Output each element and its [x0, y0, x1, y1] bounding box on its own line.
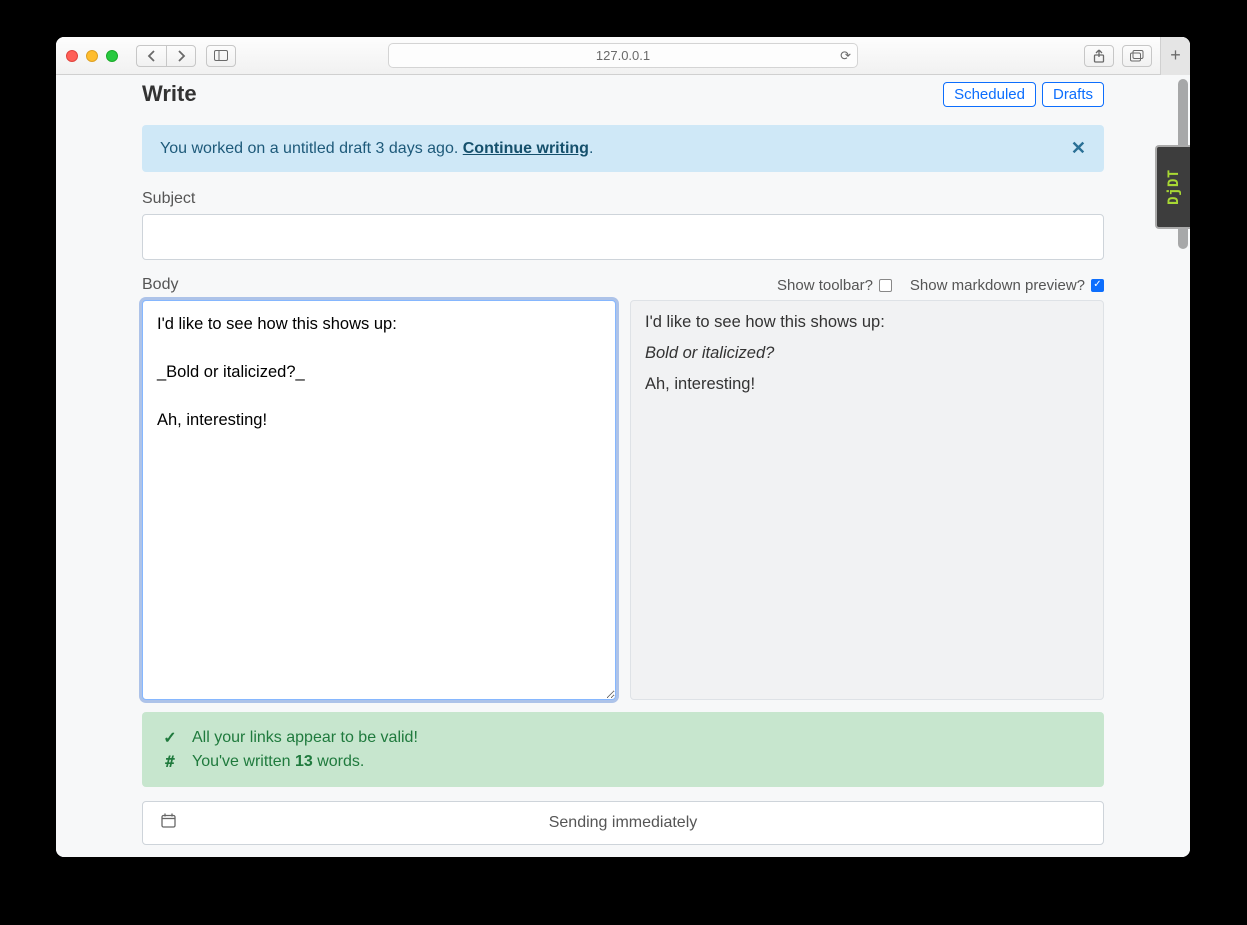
back-button[interactable]: [136, 45, 166, 67]
forward-button[interactable]: [166, 45, 196, 67]
share-button[interactable]: [1084, 45, 1114, 67]
body-label-row: Body Show toolbar? Show markdown preview…: [142, 276, 1104, 294]
page-body: DjDT Write Scheduled Drafts You worked o…: [56, 75, 1190, 857]
status-alert: All your links appear to be valid! You'v…: [142, 712, 1104, 787]
preview-line-3: Ah, interesting!: [645, 375, 1089, 394]
word-count-line: You've written 13 words.: [162, 752, 1084, 771]
continue-writing-link[interactable]: Continue writing: [463, 140, 589, 157]
preview-checkbox[interactable]: [1091, 279, 1104, 292]
schedule-box[interactable]: Sending immediately: [142, 801, 1104, 845]
preview-line-1: I'd like to see how this shows up:: [645, 313, 1089, 332]
check-icon: [162, 728, 178, 748]
preview-line-2: Bold or italicized?: [645, 344, 774, 362]
drafts-button[interactable]: Drafts: [1042, 82, 1104, 107]
nav-buttons: [136, 45, 196, 67]
subject-label: Subject: [142, 190, 1104, 208]
subject-input[interactable]: [142, 214, 1104, 260]
tabs-button[interactable]: [1122, 45, 1152, 67]
browser-window: 127.0.0.1 ⟳ + DjDT Write Scheduled Draft…: [56, 37, 1190, 857]
schedule-text: Sending immediately: [549, 814, 698, 832]
address-bar[interactable]: 127.0.0.1 ⟳: [388, 43, 858, 68]
toolbar-toggle-label: Show toolbar?: [777, 277, 873, 294]
close-icon[interactable]: ✕: [1071, 138, 1086, 159]
sidebar-toggle-button[interactable]: [206, 45, 236, 67]
zoom-window-button[interactable]: [106, 50, 118, 62]
header-row: Write Scheduled Drafts: [142, 75, 1104, 107]
header-buttons: Scheduled Drafts: [943, 82, 1104, 107]
draft-alert-suffix: .: [589, 140, 593, 157]
scheduled-button[interactable]: Scheduled: [943, 82, 1036, 107]
editor-toggles: Show toolbar? Show markdown preview?: [777, 277, 1104, 294]
word-count-prefix: You've written: [192, 753, 295, 770]
minimize-window-button[interactable]: [86, 50, 98, 62]
body-label: Body: [142, 276, 178, 294]
reload-icon[interactable]: ⟳: [840, 48, 851, 64]
draft-alert-text: You worked on a untitled draft 3 days ag…: [160, 140, 593, 158]
word-count-suffix: words.: [313, 753, 365, 770]
titlebar-right: [1084, 45, 1152, 67]
toolbar-checkbox[interactable]: [879, 279, 892, 292]
preview-toggle: Show markdown preview?: [910, 277, 1104, 294]
links-valid-line: All your links appear to be valid!: [162, 728, 1084, 748]
calendar-icon: [161, 813, 176, 833]
links-valid-text: All your links appear to be valid!: [192, 729, 418, 747]
toolbar-toggle: Show toolbar?: [777, 277, 892, 294]
body-textarea[interactable]: [142, 300, 616, 700]
editor-row: I'd like to see how this shows up: Bold …: [142, 300, 1104, 700]
page-title: Write: [142, 81, 197, 107]
close-window-button[interactable]: [66, 50, 78, 62]
markdown-preview: I'd like to see how this shows up: Bold …: [630, 300, 1104, 700]
draft-alert-prefix: You worked on a untitled draft 3 days ag…: [160, 140, 463, 157]
word-count-number: 13: [295, 753, 313, 770]
word-count-text: You've written 13 words.: [192, 753, 364, 771]
titlebar: 127.0.0.1 ⟳ +: [56, 37, 1190, 75]
main-content: Write Scheduled Drafts You worked on a u…: [142, 75, 1104, 857]
hash-icon: [162, 752, 178, 771]
draft-alert: You worked on a untitled draft 3 days ag…: [142, 125, 1104, 172]
window-controls: [66, 50, 118, 62]
address-text: 127.0.0.1: [596, 48, 650, 63]
new-tab-button[interactable]: +: [1160, 37, 1190, 75]
preview-toggle-label: Show markdown preview?: [910, 277, 1085, 294]
django-debug-toolbar-handle[interactable]: DjDT: [1155, 145, 1190, 229]
ddt-label: DjDT: [1166, 169, 1182, 205]
